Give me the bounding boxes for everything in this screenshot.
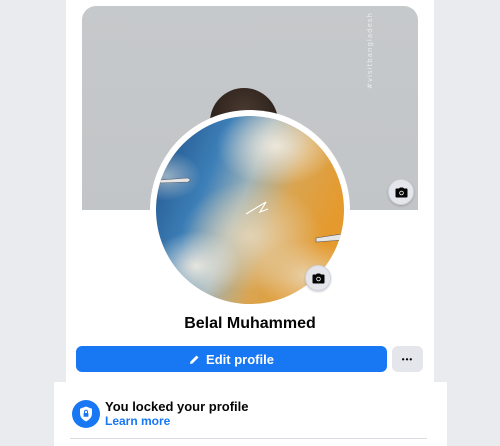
more-options-button[interactable]: ••• [392,346,423,372]
edit-profile-button[interactable]: Edit profile [76,346,387,372]
edit-profile-label: Edit profile [206,351,274,367]
camera-icon [312,273,324,283]
cover-watermark: #visitbangladesh [366,12,374,89]
locked-notice-title: You locked your profile [105,399,249,414]
cover-camera-button[interactable] [388,179,414,205]
profile-name: Belal Muhammed [184,315,316,332]
shield-lock-icon [72,400,100,428]
shield-icon [80,406,92,422]
camera-icon [395,187,407,197]
learn-more-link[interactable]: Learn more [105,414,170,428]
avatar-camera-button[interactable] [305,265,331,291]
locked-profile-notice: You locked your profile Learn more [54,382,447,446]
more-icon: ••• [401,354,414,364]
divider [70,438,427,439]
pencil-icon [190,355,199,364]
